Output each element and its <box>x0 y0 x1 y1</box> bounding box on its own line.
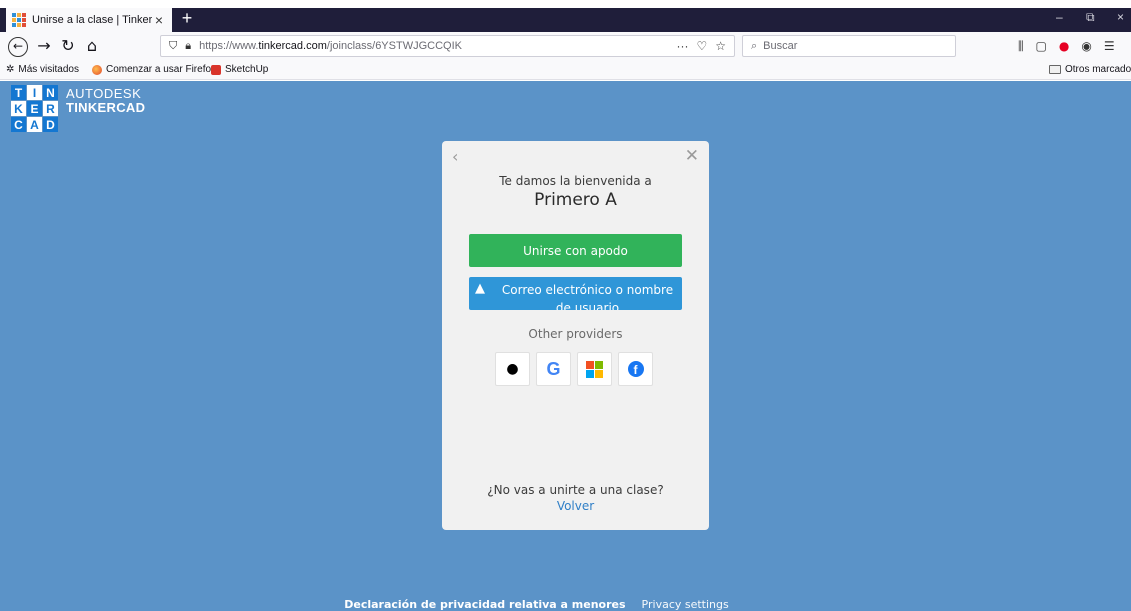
pocket-icon[interactable]: ♡ <box>696 39 707 53</box>
url-prefix: https://www. <box>199 40 259 52</box>
page-content: T I N K E R C A D AUTODESK TINKERCAD ‹ ✕… <box>0 81 1131 611</box>
bookmark-label: SketchUp <box>225 64 269 75</box>
page-actions-icon[interactable]: ··· <box>676 39 688 53</box>
microsoft-icon <box>586 360 603 378</box>
window-minimize-button[interactable]: – <box>1056 10 1063 24</box>
search-icon: ⌕ <box>751 39 758 52</box>
apple-icon: ● <box>506 361 519 377</box>
tinkercad-logo[interactable]: T I N K E R C A D AUTODESK TINKERCAD <box>11 85 145 132</box>
address-bar[interactable]: ⛉ 🔒︎ https://www. tinkercad.com /joincla… <box>160 35 735 57</box>
lock-icon[interactable]: 🔒︎ <box>185 40 191 53</box>
menu-icon[interactable]: ☰ <box>1104 39 1115 54</box>
google-sign-in-button[interactable]: G <box>536 352 571 386</box>
tab-title: Unirse a la clase | Tinkercad <box>32 14 152 26</box>
tinkercad-favicon-icon <box>12 13 26 27</box>
footer: Declaración de privacidad relativa a men… <box>0 598 1131 611</box>
firefox-icon <box>92 64 102 75</box>
other-providers-label: Other providers <box>528 327 623 341</box>
sidebar-icon[interactable]: ▢ <box>1036 39 1047 54</box>
back-link[interactable]: Volver <box>442 499 709 513</box>
back-chevron-icon[interactable]: ‹ <box>452 147 458 166</box>
bookmark-sketchup[interactable]: SketchUp <box>211 64 268 75</box>
forward-arrow-icon[interactable]: → <box>34 37 54 57</box>
back-arrow-icon[interactable]: ← <box>8 37 28 57</box>
library-icon[interactable]: ⫼ <box>1018 39 1024 54</box>
shield-icon[interactable]: ⛉ <box>169 40 177 53</box>
search-placeholder: Buscar <box>763 40 798 52</box>
google-icon: G <box>546 358 561 379</box>
email-or-username-button[interactable]: ▲ Correo electrónico o nombre de usuario <box>469 277 682 310</box>
tinkercad-logo-grid: T I N K E R C A D <box>11 85 58 132</box>
pinterest-icon[interactable]: ● <box>1059 39 1069 54</box>
join-with-nickname-button[interactable]: Unirse con apodo <box>469 234 682 267</box>
class-name: Primero A <box>534 190 617 210</box>
url-path: /joinclass/6YSTWJGCCQIK <box>326 40 462 52</box>
logo-autodesk: AUTODESK <box>66 86 142 101</box>
navigation-bar: ← → ↻ ⌂ ⛉ 🔒︎ https://www. tinkercad.com … <box>0 32 1131 60</box>
facebook-icon: f <box>627 361 644 377</box>
close-icon[interactable]: ✕ <box>685 146 699 166</box>
apple-sign-in-button[interactable]: ● <box>495 352 530 386</box>
new-tab-button[interactable]: + <box>176 8 198 30</box>
toolbar-icons: ⫼ ▢ ● ◉ ☰ <box>1018 39 1115 54</box>
facebook-sign-in-button[interactable]: f <box>618 352 653 386</box>
window-close-button[interactable]: × <box>1117 10 1124 24</box>
autodesk-icon: ▲ <box>475 281 485 296</box>
gear-icon: ✲ <box>6 64 15 75</box>
logo-text: AUTODESK TINKERCAD <box>66 87 145 115</box>
logo-tinkercad: TINKERCAD <box>66 100 146 115</box>
provider-buttons: ● G f <box>495 352 653 386</box>
bookmark-label: Más visitados <box>18 64 79 75</box>
bookmark-label: Comenzar a usar Firefox <box>106 64 217 75</box>
bookmarks-bar: ✲ Más visitados Comenzar a usar Firefox … <box>0 60 1131 80</box>
window-restore-button[interactable]: ⧉ <box>1086 10 1095 25</box>
browser-tab-active[interactable]: Unirse a la clase | Tinkercad × <box>6 8 172 32</box>
url-domain: tinkercad.com <box>258 40 327 52</box>
url-actions: ··· ♡ ☆ <box>676 39 726 53</box>
welcome-text: Te damos la bienvenida a <box>499 174 652 188</box>
reload-icon[interactable]: ↻ <box>58 37 78 57</box>
bookmark-firefox[interactable]: Comenzar a usar Firefox <box>92 64 216 75</box>
child-privacy-link[interactable]: Declaración de privacidad relativa a men… <box>344 598 625 611</box>
sketchup-icon <box>211 64 221 75</box>
bookmark-most-visited[interactable]: ✲ Más visitados <box>6 64 79 75</box>
bookmark-label: Otros marcadores <box>1065 64 1131 75</box>
bookmark-other[interactable]: Otros marcadores <box>1049 64 1131 75</box>
email-button-label: Correo electrónico o nombre de usuario <box>501 283 674 310</box>
tab-strip: Unirse a la clase | Tinkercad × + – ⧉ × <box>0 0 1131 32</box>
search-bar[interactable]: ⌕ Buscar <box>742 35 956 57</box>
extension-icon[interactable]: ◉ <box>1081 39 1091 54</box>
microsoft-sign-in-button[interactable] <box>577 352 612 386</box>
folder-icon <box>1049 65 1061 74</box>
bookmark-star-icon[interactable]: ☆ <box>715 39 726 53</box>
privacy-settings-link[interactable]: Privacy settings <box>642 598 729 611</box>
tab-close-icon[interactable]: × <box>152 12 166 28</box>
join-class-dialog: ‹ ✕ Te damos la bienvenida a Primero A U… <box>442 141 709 530</box>
not-joining-text: ¿No vas a unirte a una clase? <box>487 483 664 497</box>
home-icon[interactable]: ⌂ <box>82 37 102 57</box>
